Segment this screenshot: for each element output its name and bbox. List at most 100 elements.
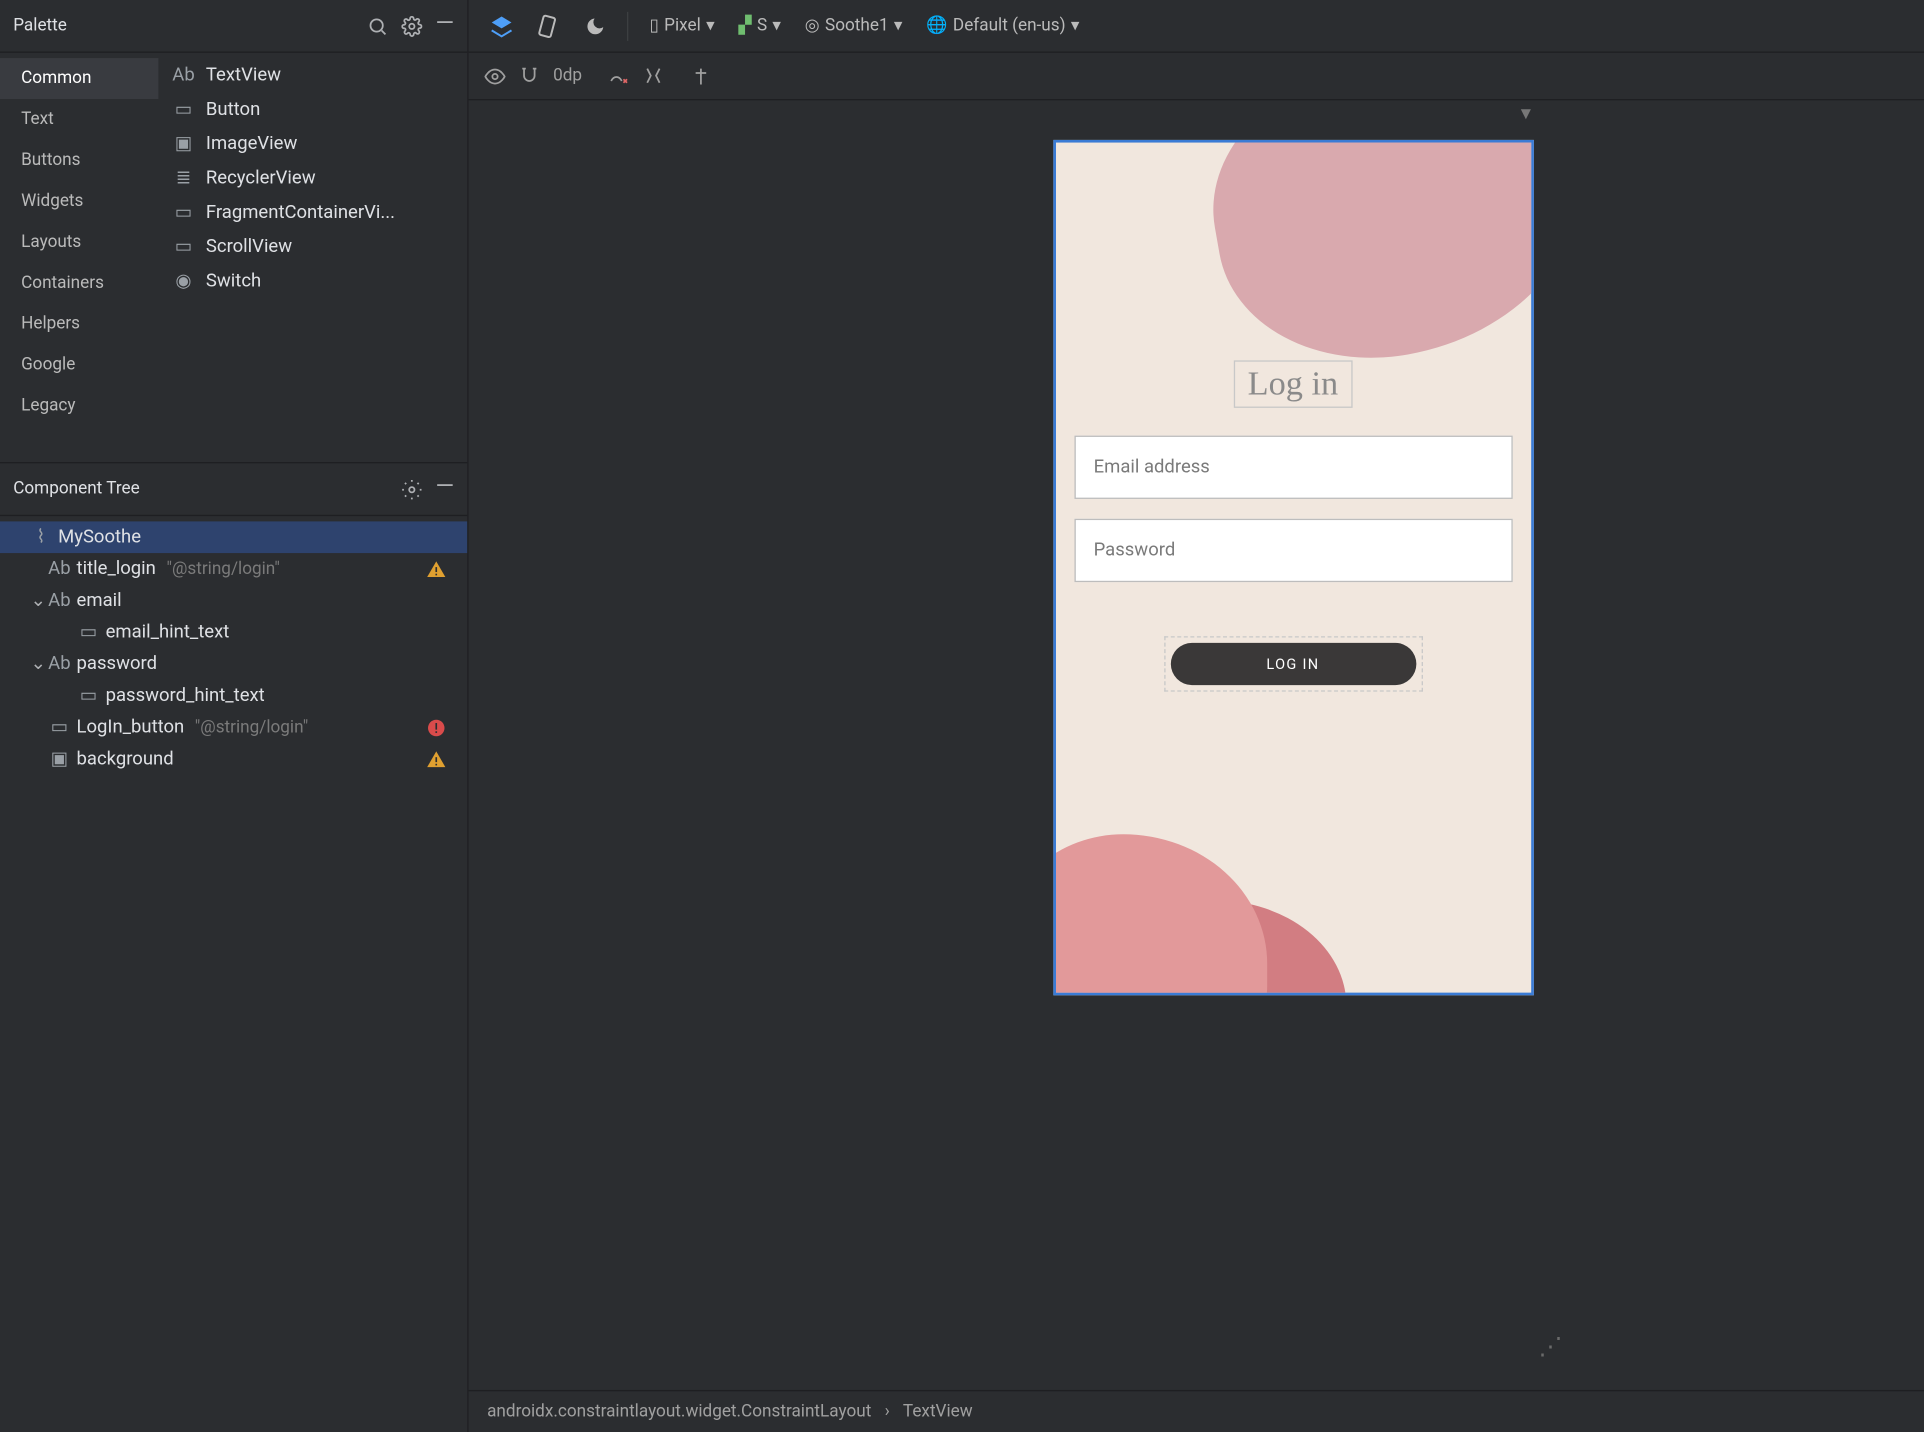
gear-icon[interactable] bbox=[401, 15, 422, 36]
node-icon: ▣ bbox=[48, 748, 72, 769]
warning-icon[interactable] bbox=[426, 559, 446, 579]
palette-item-label: Button bbox=[206, 99, 260, 120]
device-preview[interactable]: Log in Email address Password LOG IN bbox=[1053, 140, 1533, 995]
node-icon: ▭ bbox=[77, 622, 101, 643]
login-button[interactable]: LOG IN bbox=[1170, 643, 1416, 685]
component-tree-title: Component Tree bbox=[13, 479, 401, 499]
tree-node-label: LogIn_button bbox=[77, 717, 185, 738]
error-icon[interactable] bbox=[426, 717, 446, 737]
login-title[interactable]: Log in bbox=[1233, 360, 1353, 408]
tree-node-label: password bbox=[77, 653, 157, 674]
tree-node[interactable]: ▭LogIn_button "@string/login" bbox=[0, 711, 467, 743]
infer-constraints-icon[interactable] bbox=[643, 65, 664, 86]
palette-category-legacy[interactable]: Legacy bbox=[0, 385, 158, 426]
tree-node-label: MySoothe bbox=[58, 527, 141, 548]
node-icon: ▭ bbox=[48, 717, 72, 738]
palette-item-label: RecyclerView bbox=[206, 168, 316, 189]
palette-item-label: ScrollView bbox=[206, 236, 292, 257]
tree-node-hint: "@string/login" bbox=[195, 717, 308, 737]
palette-item[interactable]: Ab TextView bbox=[158, 58, 467, 92]
palette-category-containers[interactable]: Containers bbox=[0, 263, 158, 304]
background-blob bbox=[1191, 140, 1533, 384]
widget-icon: ▭ bbox=[172, 98, 196, 122]
node-icon: Ab bbox=[48, 590, 72, 611]
palette-item[interactable]: ▭ Button bbox=[158, 92, 467, 126]
palette-item-label: FragmentContainerVi... bbox=[206, 202, 395, 223]
design-top-toolbar: ▯ Pixel ▾ ▞ S ▾ ◎ Soothe1 ▾ 🌐 Default (e… bbox=[469, 0, 1924, 53]
widget-icon: ≣ bbox=[172, 166, 196, 190]
magnet-icon[interactable] bbox=[519, 65, 540, 86]
tree-node[interactable]: ▭password_hint_text bbox=[0, 680, 467, 712]
chevron-down-icon: ▾ bbox=[1071, 16, 1080, 36]
breadcrumb-sep: › bbox=[885, 1402, 890, 1422]
component-tree-header: Component Tree — bbox=[0, 463, 467, 516]
warning-icon[interactable] bbox=[426, 749, 446, 769]
palette-item-label: Switch bbox=[206, 271, 261, 292]
layers-icon[interactable] bbox=[482, 9, 522, 43]
minimize-icon[interactable]: — bbox=[436, 15, 455, 36]
tree-node[interactable]: ⌄Abemail bbox=[0, 585, 467, 617]
palette-item[interactable]: ▭ FragmentContainerVi... bbox=[158, 195, 467, 229]
widget-icon: ▣ bbox=[172, 132, 196, 156]
palette-header: Palette — bbox=[0, 0, 467, 53]
palette-category-widgets[interactable]: Widgets bbox=[0, 181, 158, 222]
tree-node-label: email_hint_text bbox=[106, 622, 230, 643]
resize-grip-icon[interactable]: ⋰ bbox=[1538, 1333, 1562, 1361]
handle-icon: ▼ bbox=[1517, 103, 1534, 124]
design-canvas[interactable]: ▼ Log in Email address Password LOG IN ⋰… bbox=[469, 100, 1924, 1390]
default-margin[interactable]: 0dp bbox=[553, 66, 582, 86]
breadcrumb-item[interactable]: TextView bbox=[903, 1402, 973, 1422]
clear-constraints-icon[interactable] bbox=[608, 65, 629, 86]
tree-node-label: title_login bbox=[77, 558, 156, 579]
tree-node[interactable]: ⌇MySoothe bbox=[0, 521, 467, 553]
eye-icon[interactable] bbox=[484, 65, 505, 86]
palette-category-layouts[interactable]: Layouts bbox=[0, 222, 158, 263]
tree-node[interactable]: ▭email_hint_text bbox=[0, 616, 467, 648]
email-hint: Email address bbox=[1094, 457, 1210, 478]
palette-title: Palette bbox=[13, 16, 367, 36]
nightmode-icon[interactable] bbox=[577, 10, 614, 42]
widget-icon: ▭ bbox=[172, 235, 196, 259]
node-icon: Ab bbox=[48, 653, 72, 674]
palette-category-common[interactable]: Common bbox=[0, 58, 158, 99]
node-icon: ⌇ bbox=[29, 527, 53, 548]
breadcrumb: androidx.constraintlayout.widget.Constra… bbox=[469, 1390, 1924, 1432]
palette-item-label: ImageView bbox=[206, 133, 297, 154]
theme-picker[interactable]: ◎ Soothe1 ▾ bbox=[797, 11, 911, 41]
palette-category-helpers[interactable]: Helpers bbox=[0, 304, 158, 345]
widget-icon: ◉ bbox=[172, 269, 196, 293]
chevron-down-icon: ▾ bbox=[706, 16, 715, 36]
background-blob bbox=[1053, 834, 1267, 995]
minimize-icon[interactable]: — bbox=[436, 479, 455, 500]
tree-node[interactable]: ▣background bbox=[0, 743, 467, 775]
breadcrumb-item[interactable]: androidx.constraintlayout.widget.Constra… bbox=[487, 1402, 871, 1422]
widget-icon: Ab bbox=[172, 63, 196, 87]
gear-icon[interactable] bbox=[401, 479, 422, 500]
search-icon[interactable] bbox=[367, 15, 388, 36]
palette-item[interactable]: ▭ ScrollView bbox=[158, 230, 467, 264]
email-field[interactable]: Email address bbox=[1074, 436, 1512, 499]
node-icon: ▭ bbox=[77, 685, 101, 706]
palette-category-google[interactable]: Google bbox=[0, 345, 158, 386]
tree-node-label: email bbox=[77, 590, 122, 611]
palette-item-label: TextView bbox=[206, 65, 281, 86]
chevron-down-icon: ▾ bbox=[894, 16, 903, 36]
palette-item[interactable]: ◉ Switch bbox=[158, 264, 467, 298]
tree-node[interactable]: ⌄Abpassword bbox=[0, 648, 467, 680]
device-picker[interactable]: ▯ Pixel ▾ bbox=[642, 11, 723, 41]
login-button-wrap[interactable]: LOG IN bbox=[1164, 636, 1423, 691]
chevron-icon[interactable]: ⌄ bbox=[29, 653, 47, 674]
palette-category-buttons[interactable]: Buttons bbox=[0, 140, 158, 181]
guidelines-icon[interactable] bbox=[690, 65, 711, 86]
api-picker[interactable]: ▞ S ▾ bbox=[731, 11, 789, 41]
password-field[interactable]: Password bbox=[1074, 519, 1512, 582]
widget-icon: ▭ bbox=[172, 201, 196, 225]
password-hint: Password bbox=[1094, 540, 1176, 561]
palette-category-text[interactable]: Text bbox=[0, 99, 158, 140]
palette-item[interactable]: ▣ ImageView bbox=[158, 127, 467, 161]
tree-node[interactable]: Abtitle_login"@string/login" bbox=[0, 553, 467, 585]
palette-item[interactable]: ≣ RecyclerView bbox=[158, 161, 467, 195]
locale-picker[interactable]: 🌐 Default (en-us) ▾ bbox=[918, 11, 1087, 41]
orientation-icon[interactable] bbox=[529, 9, 569, 43]
chevron-icon[interactable]: ⌄ bbox=[29, 590, 47, 611]
